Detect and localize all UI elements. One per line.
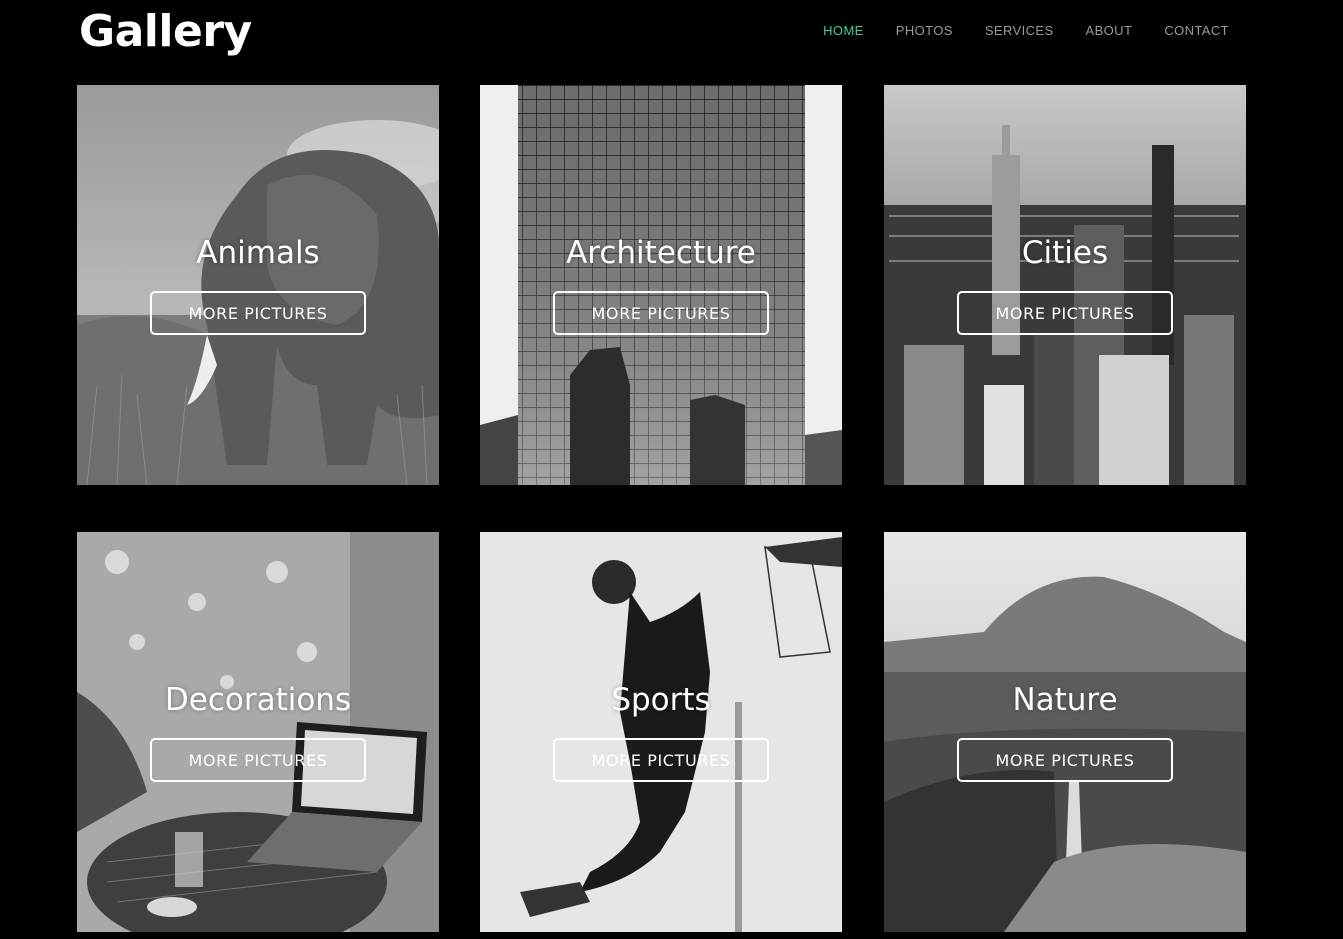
gallery-card-architecture: Architecture MORE PICTURES bbox=[480, 85, 842, 485]
card-title: Animals bbox=[196, 235, 320, 271]
gallery-card-animals: Animals MORE PICTURES bbox=[77, 85, 439, 485]
gallery-card-cities: Cities MORE PICTURES bbox=[884, 85, 1246, 485]
more-pictures-button[interactable]: MORE PICTURES bbox=[150, 738, 366, 782]
card-title: Decorations bbox=[164, 682, 352, 718]
card-title: Sports bbox=[611, 682, 711, 718]
gallery-card-nature: Nature MORE PICTURES bbox=[884, 532, 1246, 932]
main-nav: HOME PHOTOS SERVICES ABOUT CONTACT bbox=[791, 23, 1229, 39]
waterfall-cliff-photo bbox=[884, 532, 1246, 932]
gallery-card-decorations: Decorations MORE PICTURES bbox=[77, 532, 439, 932]
gallery-card-sports: Sports MORE PICTURES bbox=[480, 532, 842, 932]
more-pictures-button[interactable]: MORE PICTURES bbox=[150, 291, 366, 335]
card-title: Cities bbox=[1021, 235, 1109, 271]
more-pictures-button[interactable]: MORE PICTURES bbox=[553, 291, 769, 335]
basketball-dunk-photo bbox=[480, 532, 842, 932]
card-title: Architecture bbox=[566, 235, 756, 271]
nav-contact[interactable]: CONTACT bbox=[1164, 23, 1229, 39]
laptop-cafe-photo bbox=[77, 532, 439, 932]
site-header: Gallery HOME PHOTOS SERVICES ABOUT CONTA… bbox=[0, 0, 1343, 70]
city-skyline-photo bbox=[884, 85, 1246, 485]
nav-about[interactable]: ABOUT bbox=[1086, 23, 1133, 39]
nav-home[interactable]: HOME bbox=[823, 23, 864, 39]
nav-photos[interactable]: PHOTOS bbox=[896, 23, 953, 39]
more-pictures-button[interactable]: MORE PICTURES bbox=[957, 291, 1173, 335]
more-pictures-button[interactable]: MORE PICTURES bbox=[957, 738, 1173, 782]
more-pictures-button[interactable]: MORE PICTURES bbox=[553, 738, 769, 782]
site-logo[interactable]: Gallery bbox=[79, 6, 252, 57]
card-title: Nature bbox=[1012, 682, 1118, 718]
nav-services[interactable]: SERVICES bbox=[985, 23, 1054, 39]
skyscraper-photo bbox=[480, 85, 842, 485]
elephant-photo bbox=[77, 85, 439, 485]
